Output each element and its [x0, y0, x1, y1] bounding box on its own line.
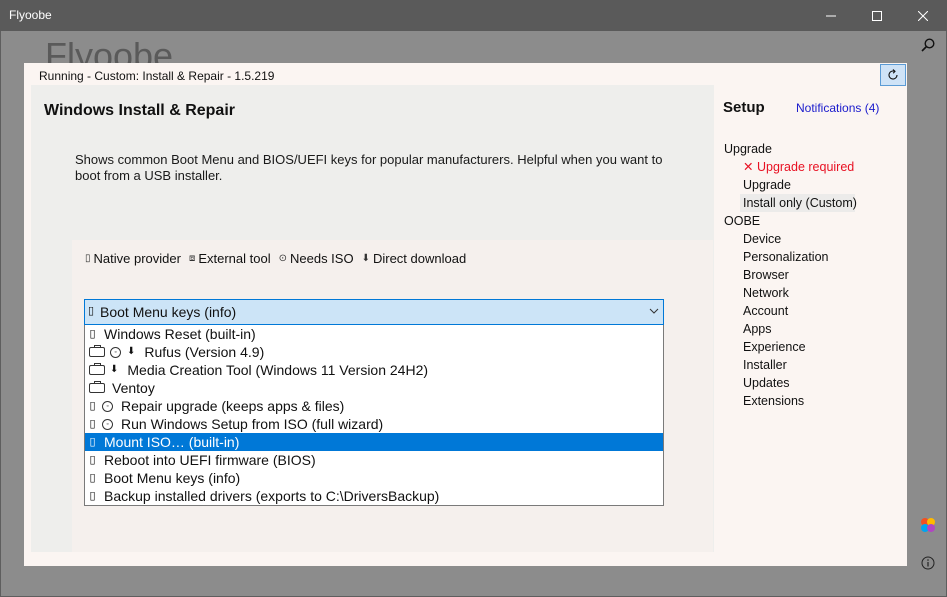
status-line: Running - Custom: Install & Repair - 1.5…	[39, 69, 275, 83]
disc-icon: ⊙	[278, 253, 287, 264]
native-provider-icon: ▯	[89, 436, 96, 448]
dropdown-option-label: Boot Menu keys (info)	[104, 470, 241, 486]
sidebar-item-oobe[interactable]: Apps	[721, 320, 907, 338]
native-provider-icon: ▯	[89, 472, 96, 484]
dropdown-option-label: Run Windows Setup from ISO (full wizard)	[121, 416, 384, 432]
toolbox-icon	[89, 345, 105, 357]
sidebar-item-oobe[interactable]: Browser	[721, 266, 907, 284]
search-icon	[921, 38, 935, 52]
legend-native: ▯ Native provider	[85, 251, 181, 266]
dropdown-options-list[interactable]: ▯ Windows Reset (built-in) ◦ ⬇ Rufus (Versio…	[84, 325, 664, 506]
sidebar-item-oobe[interactable]: Installer	[721, 356, 907, 374]
dropdown-option[interactable]: ▯ Backup installed drivers (exports to C:…	[85, 487, 663, 505]
action-dropdown[interactable]: Boot Menu keys (info) ▯	[84, 299, 664, 325]
dropdown-option-label: Rufus (Version 4.9)	[144, 344, 265, 360]
legend-iso: ⊙ Needs ISO	[278, 251, 354, 266]
search-button[interactable]	[917, 34, 939, 56]
icon-legend: ▯ Native provider ⧈ External tool ⊙ Needs I…	[85, 251, 466, 266]
dropdown-option[interactable]: ▯ ◦ Repair upgrade (keeps apps & files)	[85, 397, 663, 415]
native-provider-icon: ▯	[89, 400, 96, 412]
minimize-button[interactable]	[808, 0, 854, 31]
sidebar-item-oobe[interactable]: Updates	[721, 374, 907, 392]
sidebar-section-upgrade[interactable]: Upgrade	[721, 140, 907, 158]
window-titlebar: Flyoobe	[0, 0, 947, 31]
dropdown-option-label: Mount ISO… (built-in)	[104, 434, 240, 450]
sidebar-title: Setup	[723, 99, 765, 116]
legend-external: ⧈ External tool	[188, 251, 271, 266]
download-arrow-icon: ⬇	[127, 346, 136, 357]
dropdown-option[interactable]: ▯ Windows Reset (built-in)	[85, 325, 663, 343]
maximize-icon	[872, 10, 882, 21]
window-title: Flyoobe	[9, 8, 52, 22]
dropdown-option[interactable]: ▯ Boot Menu keys (info)	[85, 469, 663, 487]
disc-icon: ◦	[102, 400, 113, 412]
legend-download: ⬇ Direct download	[361, 251, 467, 266]
dropdown-option-label: Reboot into UEFI firmware (BIOS)	[104, 452, 316, 468]
minimize-icon	[826, 15, 836, 16]
app-title: Flyoobe	[45, 35, 174, 64]
download-arrow-icon: ⬇	[361, 253, 370, 264]
notifications-link[interactable]: Notifications (4)	[796, 101, 879, 115]
dropdown-option[interactable]: ▯ Reboot into UEFI firmware (BIOS)	[85, 451, 663, 469]
dropdown-option-label: Repair upgrade (keeps apps & files)	[121, 398, 345, 414]
sidebar-nav: Upgrade ✕ Upgrade required Upgrade Insta…	[721, 140, 907, 410]
toolbox-icon: ⧈	[188, 253, 196, 264]
oobe-items: Device Personalization Browser Network Accou…	[721, 230, 907, 410]
sidebar-item-upgrade[interactable]: Upgrade	[721, 176, 907, 194]
disc-icon: ◦	[110, 346, 121, 358]
info-button[interactable]	[917, 552, 939, 574]
content-area: Windows Install & Repair Shows common Bo…	[31, 85, 714, 552]
native-provider-icon: ▯	[89, 418, 96, 430]
close-button[interactable]	[900, 0, 946, 31]
info-icon	[921, 556, 935, 570]
dropdown-option-label: Media Creation Tool (Windows 11 Version …	[127, 362, 429, 378]
close-icon	[918, 10, 928, 21]
native-provider-icon: ▯	[89, 328, 96, 340]
dropdown-option[interactable]: ▯ Mount ISO… (built-in)	[85, 433, 663, 451]
dropdown-option-label: Ventoy	[112, 380, 155, 396]
native-provider-icon: ▯	[85, 253, 91, 264]
copilot-badge-icon[interactable]	[917, 514, 939, 536]
main-panel: Running - Custom: Install & Repair - 1.5…	[24, 63, 907, 566]
dropdown-option[interactable]: ▯ ◦ Run Windows Setup from ISO (full wizar…	[85, 415, 663, 433]
sidebar-item-oobe[interactable]: Network	[721, 284, 907, 302]
color-logo-icon	[921, 518, 935, 532]
sidebar-item-upgrade-required[interactable]: ✕ Upgrade required	[721, 158, 907, 176]
sidebar-item-oobe[interactable]: Personalization	[721, 248, 907, 266]
sidebar-item-oobe[interactable]: Account	[721, 302, 907, 320]
sidebar-section-oobe[interactable]: OOBE	[721, 212, 907, 230]
sidebar-item-oobe[interactable]: Extensions	[721, 392, 907, 410]
download-arrow-icon: ⬇	[110, 364, 119, 375]
dropdown-option[interactable]: ◦ ⬇ Rufus (Version 4.9)	[85, 343, 663, 361]
page-title: Windows Install & Repair	[44, 102, 235, 119]
sidebar-item-install-only[interactable]: Install only (Custom)	[740, 194, 857, 212]
native-provider-icon: ▯	[89, 490, 96, 502]
error-x-icon: ✕	[743, 160, 754, 174]
dropdown-option-label: Backup installed drivers (exports to C:\…	[104, 488, 440, 504]
chevron-down-icon	[649, 308, 659, 314]
native-provider-icon: ▯	[89, 454, 96, 466]
sidebar-item-oobe[interactable]: Experience	[721, 338, 907, 356]
dropdown-selected-value: Boot Menu keys (info)	[100, 304, 237, 320]
refresh-icon	[888, 69, 898, 80]
page-description: Shows common Boot Menu and BIOS/UEFI key…	[75, 152, 663, 183]
toolbox-icon	[89, 363, 105, 375]
sidebar-item-oobe[interactable]: Device	[721, 230, 907, 248]
dropdown-option[interactable]: ⬇ Media Creation Tool (Windows 11 Version…	[85, 361, 663, 379]
toolbox-icon	[89, 381, 105, 393]
native-provider-icon: ▯	[88, 305, 95, 317]
disc-icon: ◦	[102, 418, 113, 430]
dropdown-option-label: Windows Reset (built-in)	[104, 326, 256, 342]
refresh-button[interactable]	[880, 64, 906, 86]
maximize-button[interactable]	[854, 0, 900, 31]
dropdown-option[interactable]: Ventoy	[85, 379, 663, 397]
